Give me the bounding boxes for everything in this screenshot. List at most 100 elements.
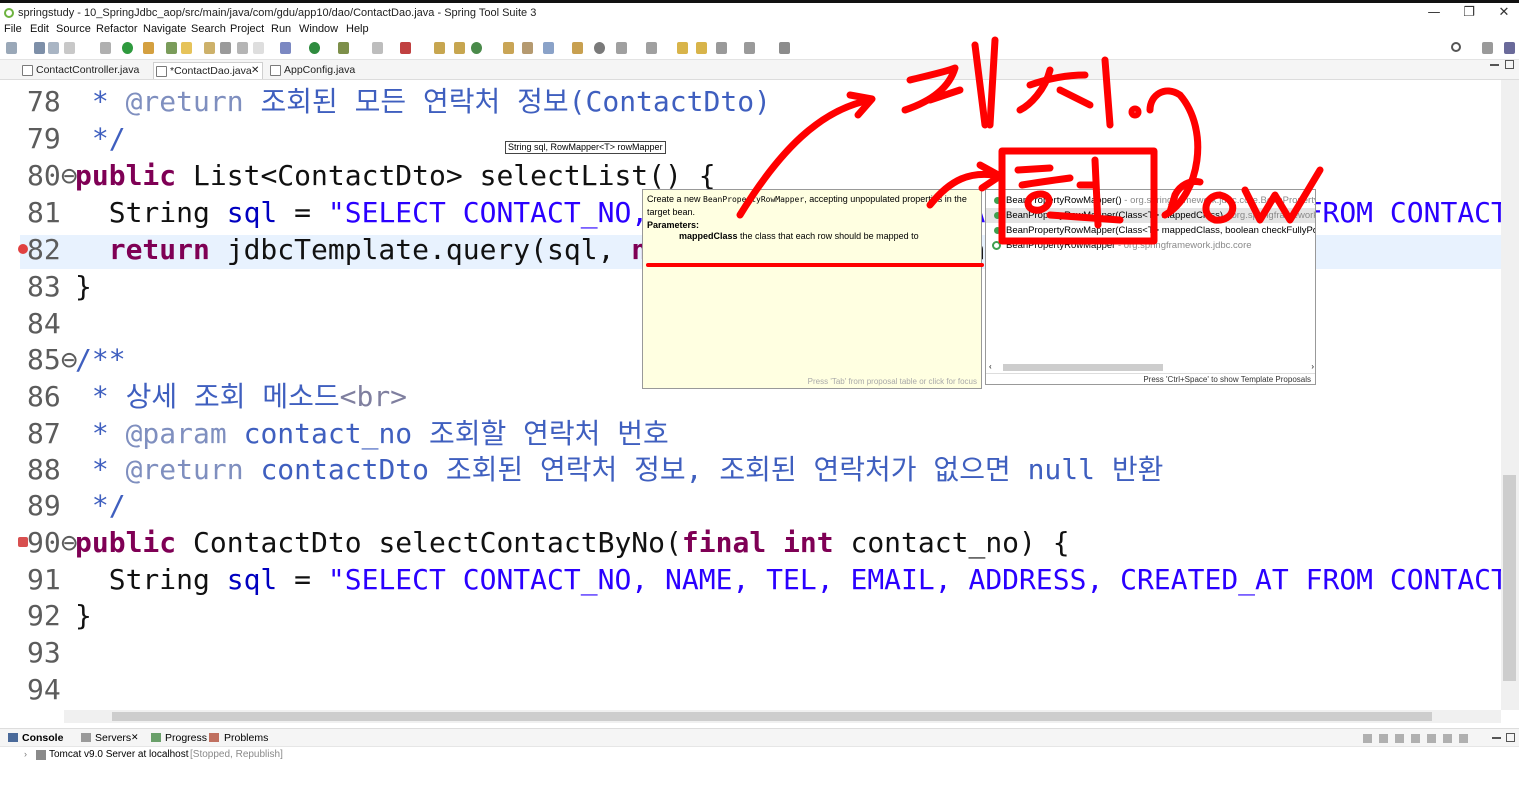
spring-tool-suite-icon xyxy=(4,8,14,18)
minimize-view-icon[interactable] xyxy=(1490,64,1499,66)
tab-app-config[interactable]: AppConfig.java xyxy=(268,62,358,79)
mark-occurrences-icon[interactable] xyxy=(181,42,192,54)
proposal-name: BeanPropertyRowMapper(Class<T> mappedCla… xyxy=(1006,210,1224,221)
maximize-view-icon[interactable] xyxy=(1505,60,1514,69)
save-all-icon[interactable] xyxy=(48,42,59,54)
proposal-item[interactable]: BeanPropertyRowMapper(Class<T> mappedCla… xyxy=(986,223,1315,238)
server-name[interactable]: Tomcat v9.0 Server at localhost xyxy=(49,749,189,760)
menu-search[interactable]: Search xyxy=(191,23,226,35)
horizontal-scroll-thumb[interactable] xyxy=(112,712,1432,721)
minimize-panel-icon[interactable] xyxy=(1492,737,1501,739)
stop-icon[interactable] xyxy=(372,42,383,54)
line-number: 92 xyxy=(27,599,61,632)
search-icon[interactable] xyxy=(1451,42,1461,52)
open-file-icon[interactable] xyxy=(522,42,533,54)
menu-project[interactable]: Project xyxy=(230,23,264,35)
code-token: @param xyxy=(125,417,227,450)
code-token: sql xyxy=(226,563,278,596)
menu-source[interactable]: Source xyxy=(56,23,91,35)
skip-breakpoints-icon[interactable] xyxy=(100,42,111,54)
minimize-button[interactable]: — xyxy=(1420,5,1448,21)
maximize-panel-icon[interactable] xyxy=(1506,733,1515,742)
last-edit-icon[interactable] xyxy=(677,42,688,54)
open-folder-icon[interactable] xyxy=(503,42,514,54)
debug-icon[interactable] xyxy=(280,42,291,54)
expand-chevron-icon[interactable]: › xyxy=(24,749,27,759)
proposal-scroll-thumb[interactable] xyxy=(1003,364,1163,371)
open-task-icon[interactable] xyxy=(572,42,583,54)
code-editor[interactable]: 78 * @return 조회된 모든 연락처 정보(ContactDto) 79… xyxy=(0,80,1501,710)
next-annotation-icon[interactable] xyxy=(616,42,627,54)
scroll-right-icon[interactable]: › xyxy=(1311,362,1314,371)
forward-edit-icon[interactable] xyxy=(696,42,707,54)
previous-annotation-icon[interactable] xyxy=(646,42,657,54)
new-icon[interactable] xyxy=(6,42,17,54)
forward-icon[interactable] xyxy=(744,42,755,54)
content-assist-popup[interactable]: BeanPropertyRowMapper() - org.springfram… xyxy=(985,189,1316,385)
tab-progress[interactable]: Progress xyxy=(165,732,207,744)
warning-marker-icon[interactable] xyxy=(18,537,28,547)
new-java-package-icon[interactable] xyxy=(434,42,445,54)
code-token: String xyxy=(75,196,227,229)
menu-navigate[interactable]: Navigate xyxy=(143,23,186,35)
line-number: 87 xyxy=(27,417,61,450)
menu-help[interactable]: Help xyxy=(346,23,369,35)
error-marker-icon[interactable] xyxy=(18,244,28,254)
show-whitespace-icon[interactable] xyxy=(237,42,248,54)
vertical-scroll-thumb[interactable] xyxy=(1503,475,1516,681)
coverage-icon[interactable] xyxy=(338,42,349,54)
new-gradle-icon[interactable] xyxy=(471,42,482,54)
tab-contact-dao[interactable]: *ContactDao.java ✕ xyxy=(153,62,263,79)
new-spring-project-icon[interactable] xyxy=(166,42,177,54)
code-token: String xyxy=(75,563,227,596)
back-icon[interactable] xyxy=(716,42,727,54)
console-view-actions[interactable] xyxy=(1363,734,1473,743)
java-file-icon xyxy=(156,66,167,77)
code-token: * 상세 조회 메소드 xyxy=(75,380,340,413)
java-perspective-icon[interactable] xyxy=(1504,42,1515,54)
code-token: public xyxy=(75,159,177,192)
javadoc-popup[interactable]: Create a new BeanPropertyRowMapper, acce… xyxy=(642,189,982,389)
save-icon[interactable] xyxy=(34,42,45,54)
menu-edit[interactable]: Edit xyxy=(30,23,49,35)
search-web-icon[interactable] xyxy=(594,42,605,54)
maximize-button[interactable]: ❐ xyxy=(1455,5,1483,21)
print-icon[interactable] xyxy=(64,42,75,54)
tab-servers[interactable]: Servers xyxy=(95,732,131,744)
menu-file[interactable]: File xyxy=(4,23,22,35)
servers-close-icon[interactable]: ✕ xyxy=(131,732,139,743)
tab-label: ContactController.java xyxy=(36,64,140,76)
proposal-item[interactable]: BeanPropertyRowMapper - org.springframew… xyxy=(986,238,1315,253)
tab-close-icon[interactable]: ✕ xyxy=(251,63,259,79)
menu-refactor[interactable]: Refactor xyxy=(96,23,138,35)
pin-editor-icon[interactable] xyxy=(779,42,790,54)
proposal-item[interactable]: BeanPropertyRowMapper(Class<T> mappedCla… xyxy=(986,208,1315,223)
code-token: } xyxy=(75,270,92,303)
tab-problems[interactable]: Problems xyxy=(224,732,268,744)
new-java-class-icon[interactable] xyxy=(454,42,465,54)
pen-icon[interactable] xyxy=(543,42,554,54)
line-number: 85⊖ xyxy=(27,343,78,376)
external-tools-icon[interactable] xyxy=(400,42,411,54)
paragraph-icon[interactable] xyxy=(253,42,264,54)
boot-dashboard-icon[interactable] xyxy=(143,42,154,54)
code-token: = xyxy=(277,196,328,229)
tab-contact-controller[interactable]: ContactController.java xyxy=(20,62,146,79)
proposal-scrollbar[interactable]: ‹ › xyxy=(989,362,1314,373)
code-text: } xyxy=(75,269,92,305)
open-perspective-icon[interactable] xyxy=(1482,42,1493,54)
parameter-hint: String sql, RowMapper<T> rowMapper xyxy=(505,141,666,154)
code-token: ContactDto selectContactByNo( xyxy=(176,526,682,559)
open-type-icon[interactable] xyxy=(204,42,215,54)
menu-window[interactable]: Window xyxy=(299,23,338,35)
menu-run[interactable]: Run xyxy=(271,23,291,35)
javadoc-param-name: mappedClass xyxy=(679,231,738,241)
run-icon[interactable] xyxy=(309,42,320,54)
scroll-left-icon[interactable]: ‹ xyxy=(989,362,992,371)
close-button[interactable]: ✕ xyxy=(1490,5,1518,21)
spring-icon[interactable] xyxy=(122,42,133,54)
task-icon[interactable] xyxy=(220,42,231,54)
tab-console[interactable]: Console xyxy=(22,732,63,744)
code-token: return xyxy=(75,233,210,266)
proposal-item[interactable]: BeanPropertyRowMapper() - org.springfram… xyxy=(986,193,1315,208)
